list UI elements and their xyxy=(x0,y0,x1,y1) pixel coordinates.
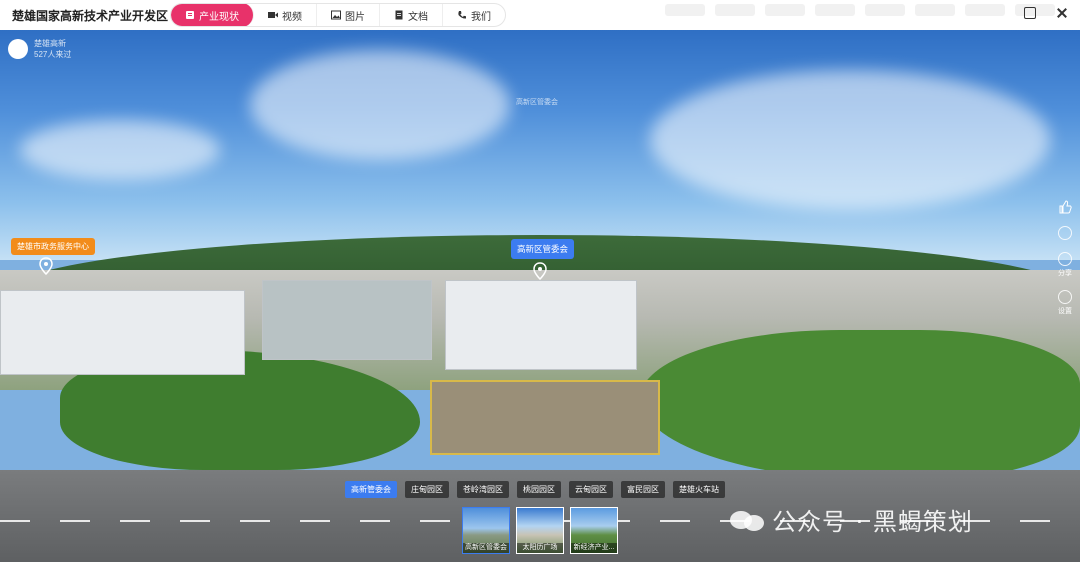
thumbnail-label: 高新区管委会 xyxy=(463,543,509,553)
wechat-icon xyxy=(730,507,764,533)
nav-item-video[interactable]: 视频 xyxy=(254,4,317,26)
nav-item-document[interactable]: 文档 xyxy=(380,4,443,26)
building-left xyxy=(0,290,245,375)
nav-label: 我们 xyxy=(471,11,491,23)
share-label: 分享 xyxy=(1058,270,1072,277)
scene-tab[interactable]: 桃园园区 xyxy=(517,481,561,498)
nav-label: 视频 xyxy=(282,11,302,23)
cloud xyxy=(20,120,220,180)
nav-label: 产业现状 xyxy=(199,11,239,23)
main-nav: 产业现状 视频 图片 文档 我们 xyxy=(170,3,506,27)
settings-button[interactable]: 设置 xyxy=(1058,290,1072,316)
right-toolbar: 分享 设置 xyxy=(1052,200,1078,316)
cloud xyxy=(250,50,510,160)
like-button[interactable] xyxy=(1058,200,1072,214)
watermark: 公众号 · 黑蝎策划 xyxy=(730,502,973,537)
scene-tab[interactable]: 富民园区 xyxy=(621,481,665,498)
user-info: 楚雄高新 527人来过 xyxy=(8,38,71,60)
trees-right xyxy=(640,330,1080,480)
top-bar: 楚雄国家高新技术产业开发区 产业现状 视频 图片 文档 我们 xyxy=(0,0,1080,30)
watermark-text: 公众号 · 黑蝎策划 xyxy=(772,508,973,536)
user-name: 楚雄高新 xyxy=(34,39,66,48)
scene-tab[interactable]: 楚雄火车站 xyxy=(673,481,725,498)
cloud xyxy=(650,70,1050,210)
hotspot-management-committee[interactable]: 高新区管委会 xyxy=(511,239,575,259)
toolbar-faded xyxy=(665,4,1055,16)
image-icon xyxy=(331,10,341,20)
avatar[interactable] xyxy=(8,39,28,59)
sky xyxy=(0,30,1080,260)
scene-tab[interactable]: 庄甸园区 xyxy=(405,481,449,498)
nav-label: 文档 xyxy=(408,11,428,23)
parking-lot xyxy=(430,380,660,455)
document-icon xyxy=(395,10,403,20)
thumbnail-label: 新经济产业... xyxy=(571,543,617,553)
app-title: 楚雄国家高新技术产业开发区 xyxy=(12,8,169,23)
share-icon xyxy=(1058,252,1072,266)
phone-icon xyxy=(458,11,466,19)
comment-icon xyxy=(1058,226,1072,240)
scene-tab[interactable]: 苍岭湾园区 xyxy=(457,481,509,498)
location-pin-icon[interactable] xyxy=(39,257,53,276)
share-button[interactable]: 分享 xyxy=(1058,252,1072,278)
nav-label: 图片 xyxy=(345,11,365,23)
video-icon xyxy=(268,12,278,18)
scene-tabs: 高新管委会 庄甸园区 苍岭湾园区 桃园园区 云甸园区 富民园区 楚雄火车站 xyxy=(345,481,725,498)
gear-icon xyxy=(1058,290,1072,304)
building-main xyxy=(445,280,637,370)
settings-label: 设置 xyxy=(1058,308,1072,315)
location-pin-icon[interactable] xyxy=(533,262,547,281)
comment-button[interactable] xyxy=(1058,226,1072,240)
nav-item-about[interactable]: 我们 xyxy=(443,4,505,26)
thumbnail[interactable]: 新经济产业... xyxy=(570,507,618,554)
sky-scene-label: 高新区管委会 xyxy=(516,99,558,106)
thumbnail[interactable]: 高新区管委会 xyxy=(462,507,510,554)
scene-thumbnails: 高新区管委会 太阳历广场 新经济产业... xyxy=(462,507,618,554)
thumbnail-label: 太阳历广场 xyxy=(517,543,563,553)
close-icon[interactable] xyxy=(1056,7,1068,19)
nav-item-image[interactable]: 图片 xyxy=(317,4,380,26)
thumbnail[interactable]: 太阳历广场 xyxy=(516,507,564,554)
scene-tab[interactable]: 高新管委会 xyxy=(345,481,397,498)
list-icon xyxy=(186,11,194,19)
nav-item-industry[interactable]: 产业现状 xyxy=(171,4,254,26)
maximize-icon[interactable] xyxy=(1024,7,1036,19)
thumbs-up-icon xyxy=(1059,200,1072,214)
hotspot-service-center[interactable]: 楚雄市政务服务中心 xyxy=(11,238,95,255)
view-count: 527人来过 xyxy=(34,50,72,59)
scene-tab[interactable]: 云甸园区 xyxy=(569,481,613,498)
building-glass xyxy=(262,280,432,360)
